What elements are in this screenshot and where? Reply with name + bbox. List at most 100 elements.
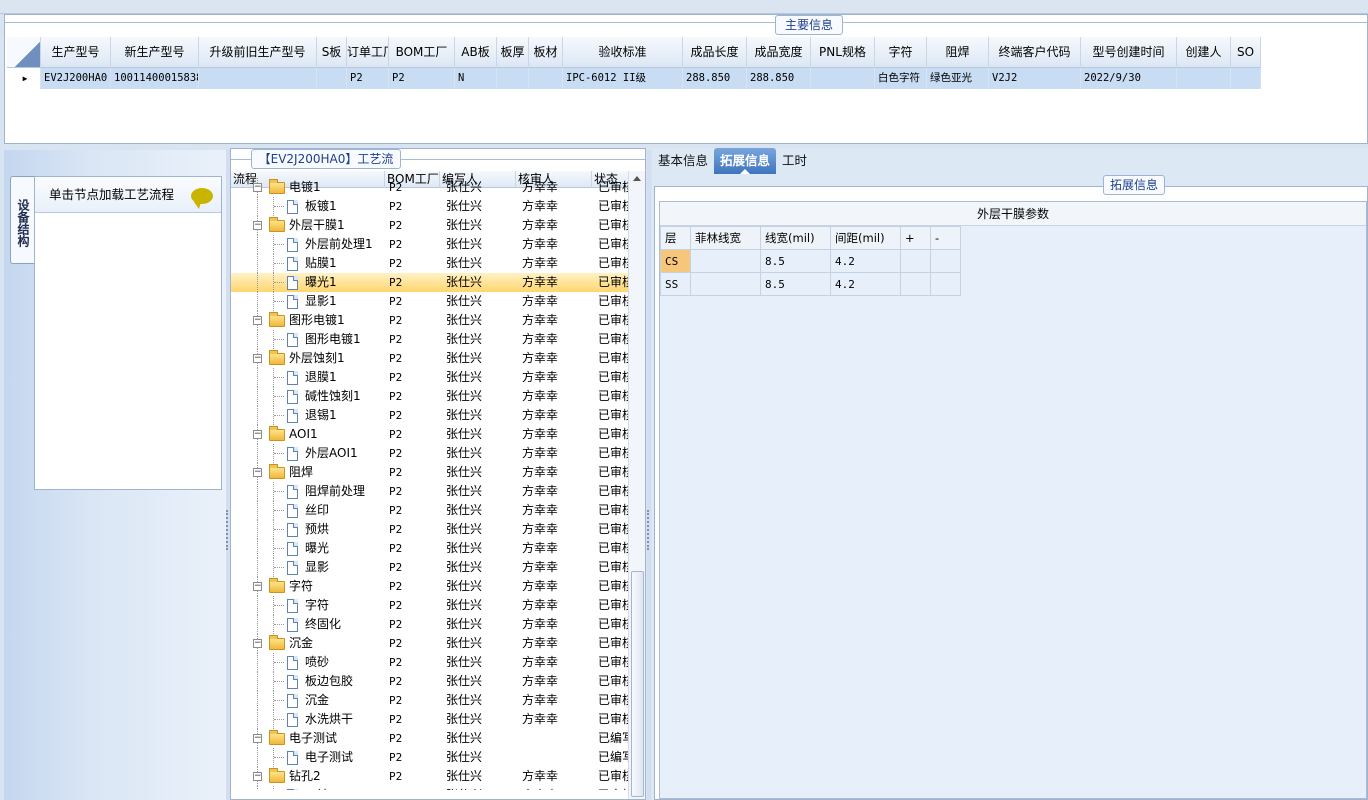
tree-node[interactable]: 沉金 <box>231 691 385 710</box>
column-header[interactable]: 成品宽度 <box>747 37 811 68</box>
grid-cell[interactable] <box>317 68 347 89</box>
param-cell[interactable] <box>900 249 931 273</box>
tree-row[interactable]: 字符 P2 张仕兴 方幸幸 已审核 <box>231 596 629 615</box>
column-header[interactable]: 成品长度 <box>683 37 747 68</box>
tree-node[interactable]: 碱性蚀刻1 <box>231 387 385 406</box>
tree-row[interactable]: 曝光 P2 张仕兴 方幸幸 已审核 <box>231 539 629 558</box>
tree-row[interactable]: − 阻焊 P2 张仕兴 方幸幸 已审核 <box>231 463 629 482</box>
tab-basic-info[interactable]: 基本信息 <box>652 148 714 174</box>
tree-row[interactable]: − 钻孔2 P2 张仕兴 方幸幸 已审核 <box>231 767 629 786</box>
grid-cell[interactable]: IPC-6012 II级 <box>563 68 683 89</box>
collapse-icon[interactable]: − <box>253 316 262 325</box>
tree-row[interactable]: − 电镀1 P2 张仕兴 方幸幸 已审核 <box>231 178 629 197</box>
tree-node[interactable]: − 外层蚀刻1 <box>231 349 385 368</box>
column-header[interactable]: S板 <box>317 37 347 68</box>
grid-cell[interactable]: N <box>455 68 497 89</box>
tree-node[interactable]: 外层前处理1 <box>231 235 385 254</box>
tree-node[interactable]: 板边包胶 <box>231 672 385 691</box>
tree-row[interactable]: 电子测试 P2 张仕兴 已编写 <box>231 748 629 767</box>
param-cell[interactable]: 8.5 <box>760 272 831 296</box>
tree-row[interactable]: 板边包胶 P2 张仕兴 方幸幸 已审核 <box>231 672 629 691</box>
grid-cell[interactable]: 白色字符 <box>875 68 927 89</box>
grid-row[interactable]: ▶ EV2J200HA0 10011400015838 P2 P2 N IPC-6012 I… <box>7 68 1261 89</box>
tree-node[interactable]: 退膜1 <box>231 368 385 387</box>
grid-cell[interactable]: 288.850 <box>747 68 811 89</box>
tree-row[interactable]: 水洗烘干 P2 张仕兴 方幸幸 已审核 <box>231 710 629 729</box>
param-row[interactable]: CS 8.5 4.2 <box>660 249 961 273</box>
tree-node[interactable]: 贴膜1 <box>231 254 385 273</box>
tree-node[interactable]: 板镀1 <box>231 197 385 216</box>
column-header[interactable]: 字符 <box>875 37 927 68</box>
tree-node[interactable]: 电子测试 <box>231 748 385 767</box>
tree-row[interactable]: 显影 P2 张仕兴 方幸幸 已审核 <box>231 558 629 577</box>
column-header[interactable]: 订单工厂 <box>347 37 389 68</box>
tree-node[interactable]: 阻焊前处理 <box>231 482 385 501</box>
remove-row-button[interactable]: - <box>930 226 961 250</box>
param-cell[interactable]: CS <box>660 249 691 273</box>
collapse-icon[interactable]: − <box>253 582 262 591</box>
param-cell[interactable]: 4.2 <box>830 272 901 296</box>
right-splitter[interactable] <box>647 150 651 800</box>
param-cell[interactable]: 8.5 <box>760 249 831 273</box>
param-cell[interactable] <box>690 249 761 273</box>
tree-row[interactable]: − 沉金 P2 张仕兴 方幸幸 已审核 <box>231 634 629 653</box>
param-cell[interactable]: SS <box>660 272 691 296</box>
tree-node[interactable]: − 钻孔2 <box>231 767 385 786</box>
column-header[interactable]: 验收标准 <box>563 37 683 68</box>
tree-node[interactable]: 水洗烘干 <box>231 710 385 729</box>
tree-row[interactable]: 外层AOI1 P2 张仕兴 方幸幸 已审核 <box>231 444 629 463</box>
param-cell[interactable] <box>900 272 931 296</box>
param-cell[interactable] <box>690 272 761 296</box>
column-header[interactable]: AB板 <box>455 37 497 68</box>
collapse-icon[interactable]: − <box>253 468 262 477</box>
tree-node[interactable]: 图形电镀1 <box>231 330 385 349</box>
tree-node[interactable]: 显影1 <box>231 292 385 311</box>
collapse-icon[interactable]: − <box>253 734 262 743</box>
tree-row[interactable]: − 电子测试 P2 张仕兴 已编写 <box>231 729 629 748</box>
column-header[interactable]: PNL规格 <box>811 37 875 68</box>
param-cell[interactable] <box>930 272 961 296</box>
tree-row[interactable]: 退锡1 P2 张仕兴 方幸幸 已审核 <box>231 406 629 425</box>
column-header[interactable]: 型号创建时间 <box>1081 37 1177 68</box>
tree-node[interactable]: 显影 <box>231 558 385 577</box>
grid-cell[interactable]: 2022/9/30 <box>1081 68 1177 89</box>
column-header[interactable]: 创建人 <box>1177 37 1231 68</box>
param-cell[interactable] <box>930 249 961 273</box>
tree-node[interactable]: − 图形电镀1 <box>231 311 385 330</box>
tree-node[interactable]: 字符 <box>231 596 385 615</box>
collapse-icon[interactable]: − <box>253 430 262 439</box>
tree-row[interactable]: 外层前处理1 P2 张仕兴 方幸幸 已审核 <box>231 235 629 254</box>
tree-row[interactable]: 显影1 P2 张仕兴 方幸幸 已审核 <box>231 292 629 311</box>
collapse-icon[interactable]: − <box>253 183 262 192</box>
grid-cell[interactable]: P2 <box>389 68 455 89</box>
param-row[interactable]: SS 8.5 4.2 <box>660 272 961 296</box>
tree-row[interactable]: 喷砂 P2 张仕兴 方幸幸 已审核 <box>231 653 629 672</box>
tree-row[interactable]: − 外层蚀刻1 P2 张仕兴 方幸幸 已审核 <box>231 349 629 368</box>
column-header[interactable]: 阻焊 <box>927 37 989 68</box>
tab-extension-info[interactable]: 拓展信息 <box>714 148 777 174</box>
column-header[interactable]: 终端客户代码 <box>989 37 1081 68</box>
grid-cell[interactable] <box>199 68 317 89</box>
tree-node[interactable]: − 沉金 <box>231 634 385 653</box>
scroll-up-arrow-icon[interactable] <box>633 176 641 181</box>
tree-row[interactable]: 二钻2 P2张仕兴方幸幸已审核 <box>231 786 629 790</box>
tree-node[interactable]: − 电镀1 <box>231 178 385 197</box>
grid-cell[interactable]: 10011400015838 <box>111 68 199 89</box>
tree-node[interactable]: − 外层干膜1 <box>231 216 385 235</box>
grid-cell[interactable]: 288.850 <box>683 68 747 89</box>
collapse-icon[interactable]: − <box>253 772 262 781</box>
tree-scrollbar[interactable] <box>628 171 645 799</box>
grid-cell[interactable]: 绿色亚光 <box>927 68 989 89</box>
collapse-icon[interactable]: − <box>253 354 262 363</box>
tab-equipment-structure[interactable]: 设备结构 <box>10 176 34 264</box>
tree-node[interactable]: 曝光1 <box>231 273 385 292</box>
grid-cell[interactable] <box>811 68 875 89</box>
column-header[interactable]: 生产型号 <box>41 37 111 68</box>
tree-node[interactable]: 外层AOI1 <box>231 444 385 463</box>
tree-row[interactable]: 终固化 P2 张仕兴 方幸幸 已审核 <box>231 615 629 634</box>
tab-work-hours[interactable]: 工时 <box>776 148 813 174</box>
grid-cell[interactable] <box>529 68 563 89</box>
param-cell[interactable]: 4.2 <box>830 249 901 273</box>
tree-row[interactable]: − 图形电镀1 P2 张仕兴 方幸幸 已审核 <box>231 311 629 330</box>
collapse-icon[interactable]: − <box>253 221 262 230</box>
